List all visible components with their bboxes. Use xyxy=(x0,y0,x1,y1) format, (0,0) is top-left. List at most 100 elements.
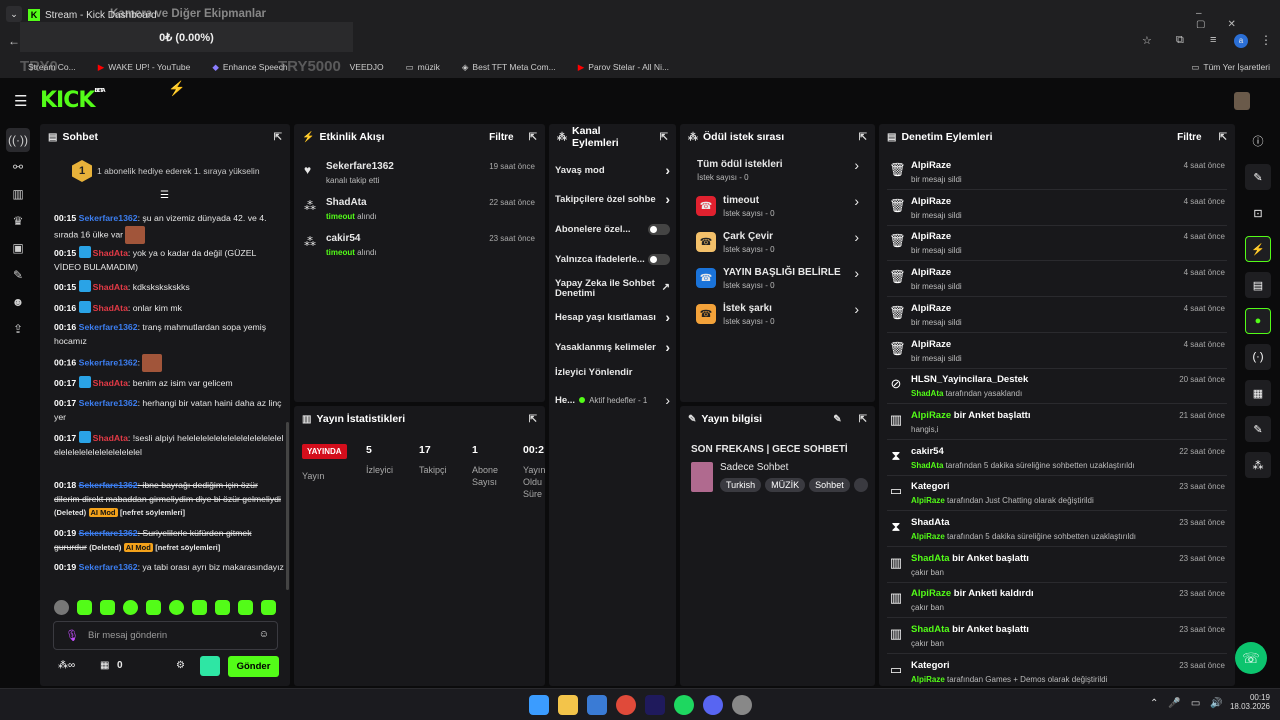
emotes-only-item[interactable]: Yalnızca ifadelerle... xyxy=(555,254,670,265)
bookmark-star-icon[interactable]: ☆ xyxy=(1142,34,1152,47)
users-icon[interactable]: ⁂ xyxy=(1245,452,1271,478)
stream-icon[interactable]: ((·)) xyxy=(6,128,30,152)
stream-title-text: SON FREKANS | GECE SOHBETİ xyxy=(691,444,848,455)
edit-pencil-icon[interactable]: ✎ xyxy=(833,414,841,425)
broadcast-icon[interactable]: (·) xyxy=(1245,344,1271,370)
store-icon[interactable]: ▦ xyxy=(1245,380,1271,406)
hamburger-menu-icon[interactable]: ☰ xyxy=(14,92,27,110)
link-icon[interactable]: ⚯ xyxy=(6,155,30,179)
discord-icon[interactable] xyxy=(703,695,723,715)
emote-icon[interactable] xyxy=(146,600,161,615)
subscribers-only-item[interactable]: Abonelere özel... xyxy=(555,224,670,235)
wrench-icon[interactable]: ✎ xyxy=(1245,416,1271,442)
support-chat-icon[interactable]: ☏ xyxy=(1235,642,1267,674)
kick-emote-icon[interactable] xyxy=(200,656,220,676)
raid-item[interactable]: İzleyici Yönlendir xyxy=(555,367,670,378)
windows-start-icon[interactable] xyxy=(529,695,549,715)
upload-icon[interactable]: ⇪ xyxy=(6,317,30,341)
account-age-item[interactable]: Hesap yaşı kısıtlaması › xyxy=(555,309,670,325)
bookmark-item[interactable]: ◈ Best TFT Meta Com... xyxy=(462,62,556,73)
bookmark-item[interactable]: ▶ WAKE UP! - YouTube xyxy=(98,62,191,73)
subscribers-toggle[interactable] xyxy=(648,224,670,235)
popout-icon[interactable]: ⇱ xyxy=(660,132,668,143)
pin-icon[interactable]: ☰ xyxy=(160,190,169,201)
menu-icon[interactable]: ⋮ xyxy=(1260,33,1272,47)
send-button[interactable]: Gönder xyxy=(228,656,279,677)
popout-icon[interactable]: ⇱ xyxy=(859,132,867,143)
all-bookmarks[interactable]: ▭ Tüm Yer İşaretleri xyxy=(1191,62,1270,73)
bolt-icon[interactable]: ⚡ xyxy=(1245,236,1271,262)
popout-icon[interactable]: ⇱ xyxy=(274,132,282,143)
edit-icon[interactable]: ✎ xyxy=(1245,164,1271,190)
emote-icon[interactable] xyxy=(238,600,253,615)
info-icon[interactable]: ⓘ xyxy=(1245,128,1271,154)
chrome-icon[interactable] xyxy=(616,695,636,715)
popout-icon[interactable]: ⇱ xyxy=(529,132,537,143)
tag[interactable]: Turkish xyxy=(720,478,762,492)
tag[interactable]: Sohbet xyxy=(809,478,850,492)
emote-icon[interactable] xyxy=(192,600,207,615)
chat-scrollbar[interactable] xyxy=(286,422,289,590)
popout-icon[interactable]: ⇱ xyxy=(1219,132,1227,143)
chat-bubble-icon[interactable]: ● xyxy=(1245,308,1271,334)
tab-search-icon[interactable]: ⌄ xyxy=(6,6,22,22)
popout-icon[interactable]: ⇱ xyxy=(529,414,537,425)
emoji-icon[interactable]: ☺ xyxy=(259,629,269,640)
bookmark-item[interactable]: ◆ Enhance Speech xyxy=(212,62,287,73)
back-icon[interactable]: ← xyxy=(8,34,20,48)
camera-icon[interactable]: ⊡ xyxy=(1245,200,1271,226)
filter-button[interactable]: Filtre xyxy=(489,132,513,143)
reward-item[interactable]: ☎ İstek şarkı İstek sayısı - 0 › xyxy=(680,301,875,332)
followers-only-item[interactable]: Takipçilere özel sohbe › xyxy=(555,194,670,207)
bookmark-item[interactable]: VEEDJO xyxy=(350,62,384,72)
settings-gear-icon[interactable]: ⚙ xyxy=(176,660,185,671)
emote-icon[interactable] xyxy=(77,600,92,615)
reward-item[interactable]: ☎ Çark Çevir İstek sayısı - 0 › xyxy=(680,229,875,260)
slow-mode-item[interactable]: Yavaş mod › xyxy=(555,162,670,178)
emote-icon[interactable] xyxy=(123,600,138,615)
ai-moderation-item[interactable]: Yapay Zeka ile Sohbet Denetimi ↗ xyxy=(555,279,670,299)
chat-input-box[interactable]: 🎙 Bir mesaj gönderin ☺ xyxy=(53,621,278,650)
emote-icon[interactable] xyxy=(261,600,276,615)
emote xyxy=(125,225,146,244)
reward-item[interactable]: ☎ timeout İstek sayısı - 0 › xyxy=(680,193,875,224)
app-icon[interactable] xyxy=(732,695,752,715)
emote-icon[interactable] xyxy=(215,600,230,615)
extensions-icon[interactable]: ⧉ xyxy=(1176,34,1184,47)
profile-avatar[interactable]: a xyxy=(1234,34,1248,48)
trophy-icon[interactable]: ♛ xyxy=(6,209,30,233)
clipboard-icon[interactable]: ▤ xyxy=(1245,272,1271,298)
file-explorer-icon[interactable] xyxy=(558,695,578,715)
kick-logo[interactable]: KICKBETA xyxy=(40,88,106,113)
bookmark-item[interactable]: ▶ Parov Stelar - All Ni... xyxy=(578,62,669,73)
premiere-icon[interactable] xyxy=(645,695,665,715)
reward-all-item[interactable]: Tüm ödül istekleri İstek sayısı - 0 › xyxy=(680,157,875,188)
popout-icon[interactable]: ⇱ xyxy=(859,414,867,425)
bookmark-item[interactable]: ▭ müzik xyxy=(406,62,440,73)
analytics-icon[interactable]: ▥ xyxy=(6,182,30,206)
emote-icon[interactable] xyxy=(169,600,184,615)
clock[interactable]: 00:19 18.03.2026 xyxy=(1226,693,1270,711)
category-name[interactable]: Sadece Sohbet xyxy=(720,462,788,473)
emote-icon[interactable] xyxy=(100,600,115,615)
media-icon[interactable]: ≡ xyxy=(1210,34,1216,46)
microphone-icon[interactable]: 🎙 xyxy=(65,629,79,642)
reward-item[interactable]: ☎ YAYIN BAŞLIĞI BELİRLE İstek sayısı - 0… xyxy=(680,265,875,296)
window-controls[interactable]: –▢✕ xyxy=(1196,8,1280,30)
channel-points-icon[interactable]: ⁂∞ xyxy=(58,660,75,671)
filter-button[interactable]: Filtre xyxy=(1177,132,1201,143)
banned-words-item[interactable]: Yasaklanmış kelimeler › xyxy=(555,339,670,355)
store-icon[interactable]: ▦ xyxy=(100,660,109,671)
store-icon[interactable] xyxy=(587,695,607,715)
video-icon[interactable]: ▣ xyxy=(6,236,30,260)
spotify-icon[interactable] xyxy=(674,695,694,715)
emotes-toggle[interactable] xyxy=(648,254,670,265)
system-tray[interactable]: ⌃🎤▭🔊 xyxy=(1150,698,1233,709)
emote-icon[interactable] xyxy=(54,600,69,615)
gift-promo-text[interactable]: 1 abonelik hediye ederek 1. sıraya yükse… xyxy=(97,166,260,176)
user-avatar[interactable] xyxy=(1234,92,1250,110)
wrench-icon[interactable]: ✎ xyxy=(6,263,30,287)
tag[interactable]: MÜZİK xyxy=(765,478,806,492)
goals-item[interactable]: He... Aktif hedefler - 1 › xyxy=(555,392,670,408)
users-icon[interactable]: ☻ xyxy=(6,290,30,314)
